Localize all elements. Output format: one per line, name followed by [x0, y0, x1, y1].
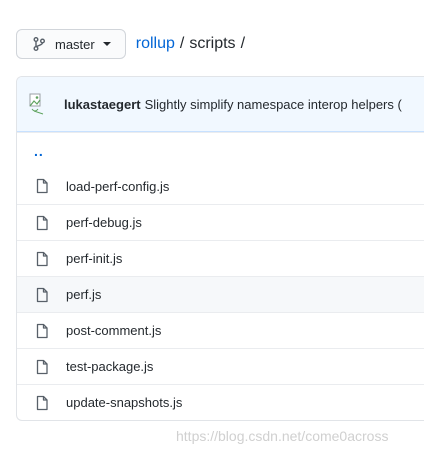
- breadcrumb-separator: /: [179, 35, 185, 52]
- file-name-link[interactable]: perf-debug.js: [66, 215, 142, 230]
- file-icon: [34, 287, 50, 303]
- file-row[interactable]: perf-debug.js: [17, 204, 424, 240]
- latest-commit-row: lukastaegert Slightly simplify namespace…: [17, 77, 424, 132]
- repo-header: master rollup / scripts /: [16, 28, 424, 60]
- parent-directory-row[interactable]: ..: [17, 132, 424, 168]
- file-name-link[interactable]: load-perf-config.js: [66, 179, 169, 194]
- commit-message-link[interactable]: Slightly simplify namespace interop help…: [145, 97, 402, 112]
- file-icon: [34, 323, 50, 339]
- file-icon: [34, 251, 50, 267]
- file-icon: [34, 359, 50, 375]
- file-icon: [34, 178, 50, 194]
- file-row[interactable]: perf.js: [17, 276, 424, 312]
- watermark: https://blog.csdn.net/come0across: [176, 428, 389, 444]
- breadcrumb-separator: /: [240, 35, 246, 52]
- file-name-link[interactable]: post-comment.js: [66, 323, 161, 338]
- file-name-link[interactable]: perf.js: [66, 287, 101, 302]
- file-list: lukastaegert Slightly simplify namespace…: [16, 76, 424, 421]
- file-rows: load-perf-config.js perf-debug.js perf-ini…: [17, 168, 424, 420]
- file-row[interactable]: post-comment.js: [17, 312, 424, 348]
- commit-author-link[interactable]: lukastaegert: [64, 97, 141, 112]
- file-row[interactable]: update-snapshots.js: [17, 384, 424, 420]
- chevron-down-icon: [102, 42, 111, 46]
- file-name-link[interactable]: test-package.js: [66, 359, 153, 374]
- file-name-link[interactable]: perf-init.js: [66, 251, 122, 266]
- file-icon: [34, 215, 50, 231]
- file-icon: [34, 395, 50, 411]
- branch-label: master: [55, 36, 95, 52]
- breadcrumb-current-dir: scripts: [189, 35, 236, 52]
- breadcrumb-repo-link[interactable]: rollup: [136, 35, 175, 53]
- avatar[interactable]: [29, 93, 47, 115]
- file-name-link[interactable]: update-snapshots.js: [66, 395, 182, 410]
- branch-select-button[interactable]: master: [16, 29, 126, 59]
- file-row[interactable]: test-package.js: [17, 348, 424, 384]
- breadcrumb: rollup / scripts /: [136, 35, 250, 53]
- parent-directory-link[interactable]: ..: [34, 143, 44, 159]
- file-row[interactable]: load-perf-config.js: [17, 168, 424, 204]
- git-branch-icon: [31, 36, 47, 52]
- file-row[interactable]: perf-init.js: [17, 240, 424, 276]
